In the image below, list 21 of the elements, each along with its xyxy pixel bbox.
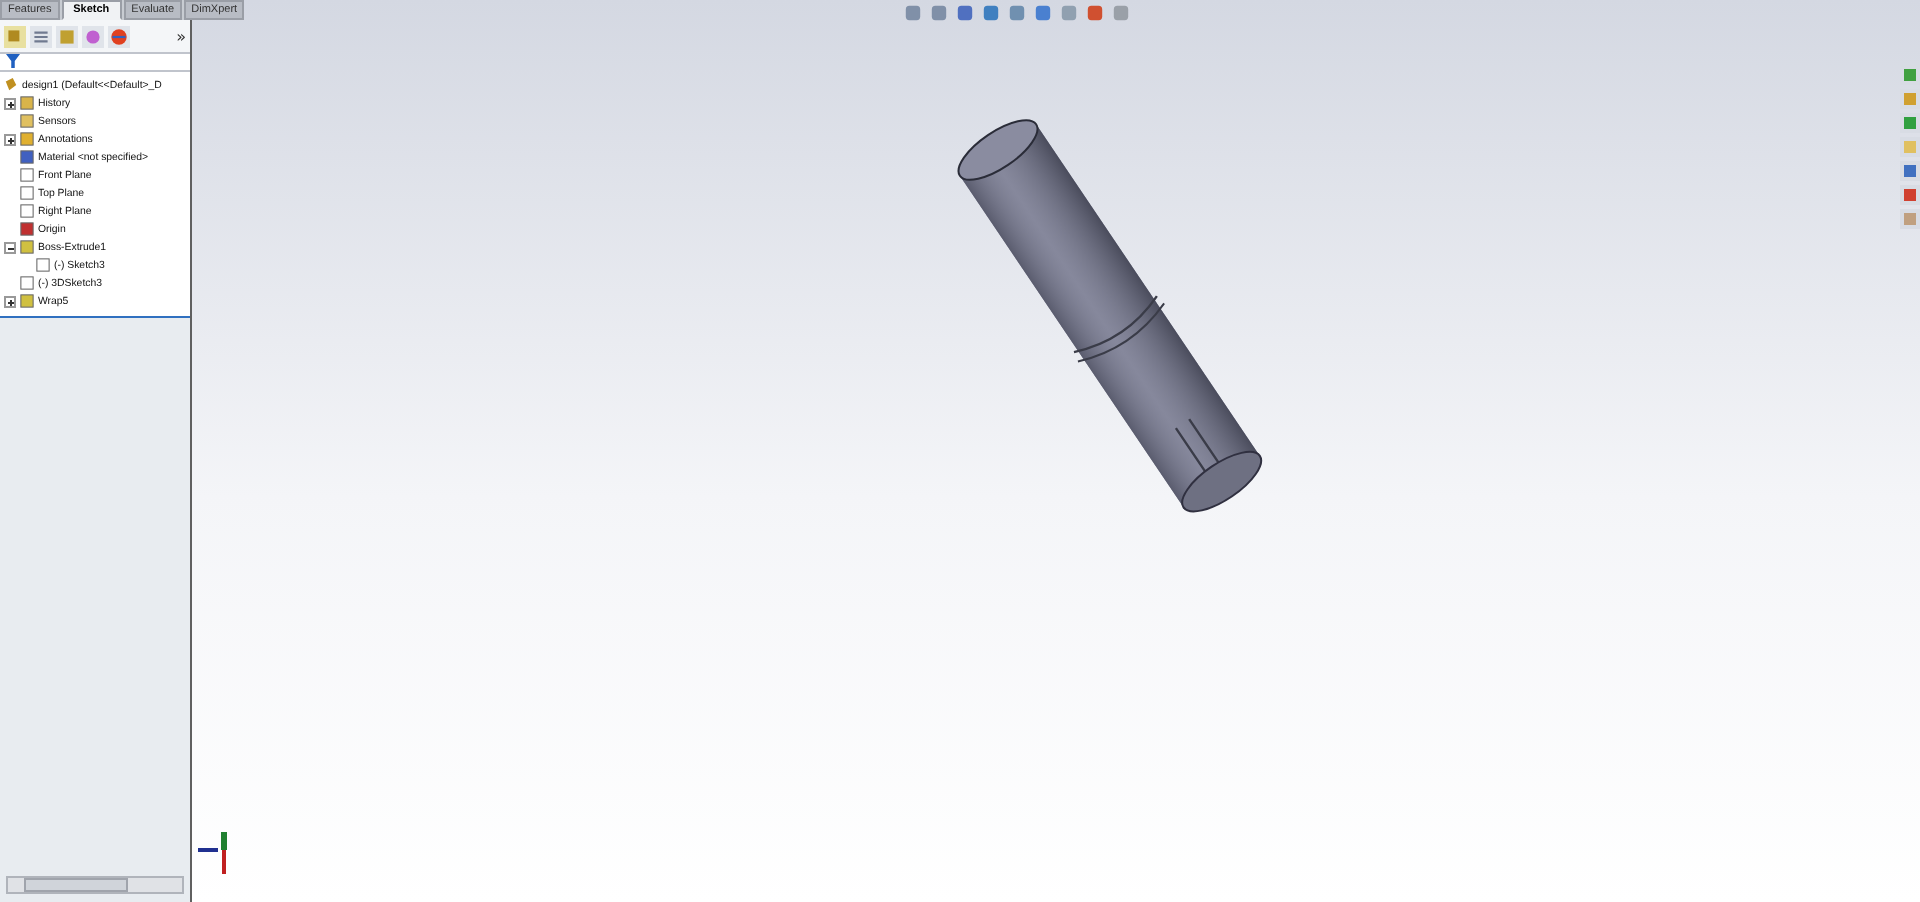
axis-triad-drawing <box>198 832 227 874</box>
horizontal-scrollbar[interactable] <box>6 876 184 894</box>
part-icon <box>4 78 18 92</box>
expander[interactable] <box>4 97 16 109</box>
configuration-icon[interactable] <box>56 25 78 47</box>
task-pane-icon[interactable] <box>1900 112 1920 134</box>
task-pane-icon[interactable] <box>1900 184 1920 206</box>
property-icon[interactable] <box>30 25 52 47</box>
expander[interactable] <box>4 133 16 145</box>
origin-icon <box>20 222 34 236</box>
overflow-button[interactable]: » <box>176 27 186 45</box>
feature-icon <box>20 240 34 254</box>
sketch-icon <box>36 258 50 272</box>
task-pane-icon[interactable] <box>1900 208 1920 230</box>
task-pane-icon[interactable] <box>1900 160 1920 182</box>
feature-tree-icon[interactable] <box>4 25 26 47</box>
task-pane-icon[interactable] <box>1900 88 1920 110</box>
expander[interactable] <box>4 295 16 307</box>
appearance-icon[interactable] <box>108 25 130 47</box>
expander[interactable] <box>4 241 16 253</box>
task-pane-icon[interactable] <box>1900 64 1920 86</box>
